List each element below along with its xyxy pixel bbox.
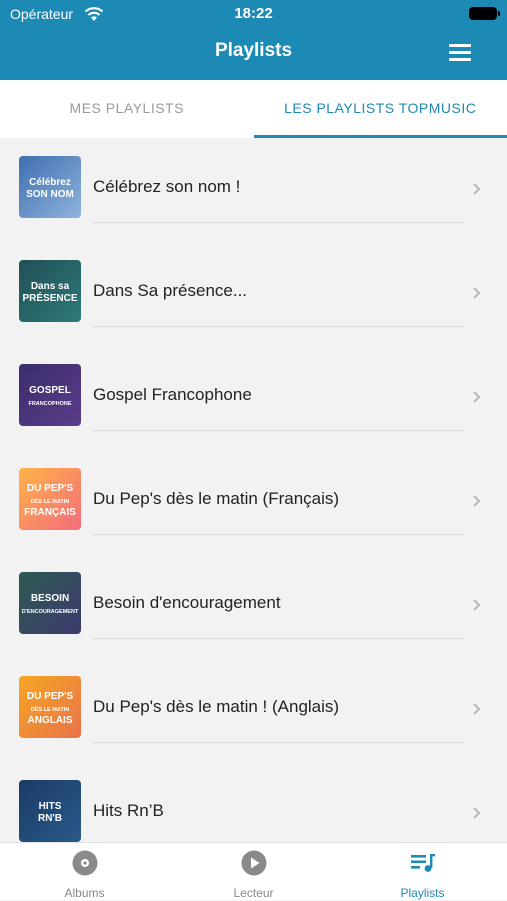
playlist-list: CélébrezSON NOM Célébrez son nom ! Dans sa…	[0, 138, 507, 842]
playlist-title: Célébrez son nom !	[93, 177, 240, 197]
cover-text: SON NOM	[26, 189, 74, 200]
tab-mes-playlists[interactable]: MES PLAYLISTS	[0, 80, 254, 138]
chevron-right-icon	[472, 286, 481, 300]
cover-text: FRANÇAIS	[24, 507, 76, 518]
chevron-right-icon	[472, 702, 481, 716]
hamburger-menu-icon[interactable]	[449, 44, 471, 60]
cover-text: Dans sa	[31, 281, 70, 292]
segment-tabs: MES PLAYLISTS LES PLAYLISTS TOPMUSIC	[0, 80, 507, 138]
row-separator	[93, 638, 464, 639]
chevron-right-icon	[472, 494, 481, 508]
page-title: Playlists	[0, 40, 507, 62]
tabbar-albums-label: Albums	[0, 886, 169, 900]
play-circle-icon	[241, 850, 267, 876]
tab-les-playlists-topmusic[interactable]: LES PLAYLISTS TOPMUSIC	[254, 80, 507, 138]
playlist-cover: Dans saPRÉSENCE	[19, 260, 81, 322]
playlist-title: Du Pep's dès le matin ! (Anglais)	[93, 697, 339, 717]
tabbar-playlists[interactable]: Playlists	[338, 843, 507, 901]
row-separator	[93, 222, 464, 223]
playlist-row[interactable]: Dans saPRÉSENCE Dans Sa présence...	[0, 242, 507, 346]
playlist-row[interactable]: HITSRN'B Hits Rn’B	[0, 762, 507, 842]
playlist-title: Hits Rn’B	[93, 801, 164, 821]
cover-text: PRÉSENCE	[22, 291, 77, 304]
row-separator	[93, 430, 464, 431]
row-separator	[93, 534, 464, 535]
playlist-cover: BESOIN D'ENCOURAGEMENT	[19, 572, 81, 634]
disc-icon	[72, 850, 98, 876]
cover-text: ANGLAIS	[28, 715, 73, 726]
row-separator	[93, 742, 464, 743]
status-bar: Opérateur 18:22	[0, 0, 507, 30]
cover-text: DÈS LE MATIN	[31, 705, 69, 713]
chevron-right-icon	[472, 182, 481, 196]
playlist-title: Du Pep's dès le matin (Français)	[93, 489, 339, 509]
playlist-cover: GOSPEL FRANCOPHONE	[19, 364, 81, 426]
cover-text: Célébrez	[29, 177, 71, 188]
playlist-row[interactable]: CélébrezSON NOM Célébrez son nom !	[0, 138, 507, 242]
cover-text: FRANCOPHONE	[28, 401, 71, 407]
cover-text: HITS	[39, 801, 62, 812]
cover-text: DU PEP'S	[27, 483, 74, 494]
playlist-title: Gospel Francophone	[93, 385, 252, 405]
playlist-title: Besoin d'encouragement	[93, 593, 281, 613]
cover-text: GOSPEL	[29, 385, 71, 396]
battery-icon	[469, 7, 497, 20]
playlist-row[interactable]: GOSPEL FRANCOPHONE Gospel Francophone	[0, 346, 507, 450]
tabbar-lecteur[interactable]: Lecteur	[169, 843, 338, 901]
chevron-right-icon	[472, 598, 481, 612]
cover-text: DÈS LE MATIN	[31, 497, 69, 505]
playlist-row[interactable]: DU PEP'S DÈS LE MATIN ANGLAIS Du Pep's dès …	[0, 658, 507, 762]
playlist-row[interactable]: DU PEP'S DÈS LE MATIN FRANÇAIS Du Pep's dès…	[0, 450, 507, 554]
cover-text: RN'B	[38, 813, 62, 824]
app-header: Opérateur 18:22 Playlists	[0, 0, 507, 80]
playlist-cover: DU PEP'S DÈS LE MATIN ANGLAIS	[19, 676, 81, 738]
cover-text: DU PEP'S	[27, 691, 74, 702]
playlist-cover: HITSRN'B	[19, 780, 81, 842]
row-separator	[93, 326, 464, 327]
bottom-tab-bar: Albums Lecteur Playlists	[0, 842, 507, 900]
chevron-right-icon	[472, 390, 481, 404]
playlist-row[interactable]: BESOIN D'ENCOURAGEMENT Besoin d'encouragem…	[0, 554, 507, 658]
playlist-title: Dans Sa présence...	[93, 281, 247, 301]
tabbar-albums[interactable]: Albums	[0, 843, 169, 901]
tabbar-playlists-label: Playlists	[338, 886, 507, 900]
playlist-cover: DU PEP'S DÈS LE MATIN FRANÇAIS	[19, 468, 81, 530]
clock: 18:22	[0, 5, 507, 22]
cover-text: D'ENCOURAGEMENT	[22, 609, 79, 615]
playlist-icon	[410, 850, 436, 876]
tabbar-lecteur-label: Lecteur	[169, 886, 338, 900]
playlist-cover: CélébrezSON NOM	[19, 156, 81, 218]
cover-text: BESOIN	[31, 593, 69, 604]
chevron-right-icon	[472, 806, 481, 820]
